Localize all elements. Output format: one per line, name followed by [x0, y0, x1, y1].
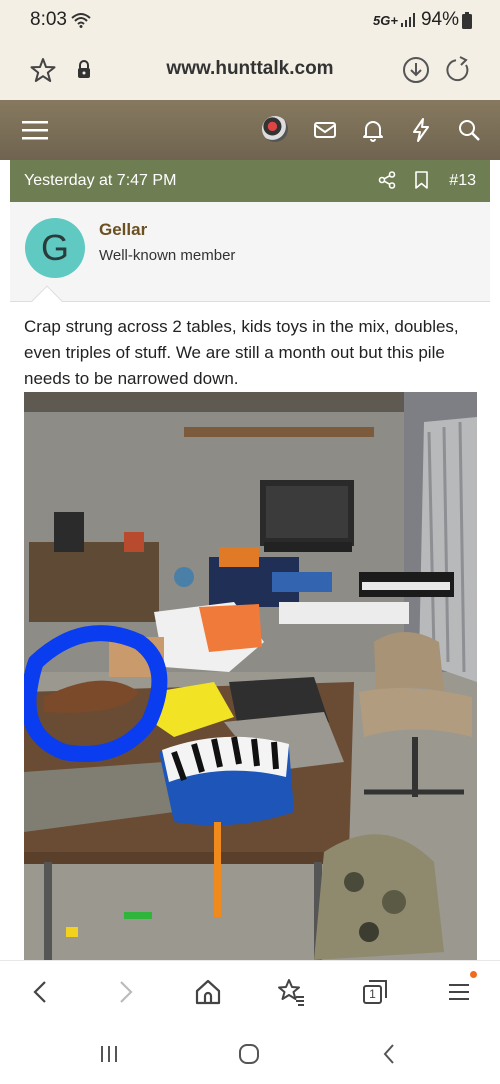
battery-icon	[462, 11, 472, 29]
status-time: 8:03	[30, 9, 67, 30]
user-avatar[interactable]: G	[25, 218, 85, 278]
home-circle-icon[interactable]	[237, 1042, 261, 1066]
browser-bottom-nav: 1	[0, 960, 500, 1022]
battery-text: 94%	[420, 9, 459, 30]
site-header	[0, 100, 500, 160]
network-label: 5G+	[373, 12, 398, 28]
bookmark-icon[interactable]	[414, 171, 429, 189]
lightning-icon[interactable]	[408, 117, 434, 143]
status-right: 5G+ 94%	[373, 9, 472, 31]
post-body: Crap strung across 2 tables, kids toys i…	[24, 317, 459, 388]
url-bar: www.hunttalk.com	[0, 40, 500, 100]
download-icon[interactable]	[402, 56, 430, 84]
back-icon[interactable]	[26, 977, 56, 1007]
share-icon[interactable]	[378, 171, 396, 189]
status-bar: 8:03 5G+ 94%	[0, 0, 500, 40]
menu-icon[interactable]	[444, 977, 474, 1007]
forward-icon[interactable]	[110, 977, 140, 1007]
bookmarks-icon[interactable]	[276, 977, 306, 1007]
post-header-strip: Yesterday at 7:47 PM #13	[10, 160, 490, 202]
user-name[interactable]: Gellar	[99, 220, 147, 240]
post-photo[interactable]	[24, 392, 477, 960]
wifi-icon	[71, 13, 91, 28]
user-block: G Gellar Well-known member	[10, 202, 490, 302]
system-back-icon[interactable]	[378, 1042, 402, 1066]
post-date[interactable]: Yesterday at 7:47 PM	[24, 172, 176, 190]
tab-count: 1	[369, 987, 376, 1001]
signal-icon	[400, 13, 415, 27]
post-number[interactable]: #13	[449, 172, 476, 190]
user-title: Well-known member	[99, 247, 236, 264]
account-avatar[interactable]	[262, 116, 288, 142]
search-icon[interactable]	[456, 117, 482, 143]
reload-icon[interactable]	[444, 56, 472, 84]
mail-icon[interactable]	[312, 117, 338, 143]
system-nav	[0, 1022, 500, 1084]
notification-dot	[470, 971, 477, 978]
home-icon[interactable]	[193, 977, 223, 1007]
bell-icon[interactable]	[360, 117, 386, 143]
hamburger-icon[interactable]	[22, 117, 48, 143]
tabs-button[interactable]: 1	[360, 977, 390, 1007]
recents-icon[interactable]	[97, 1042, 121, 1066]
